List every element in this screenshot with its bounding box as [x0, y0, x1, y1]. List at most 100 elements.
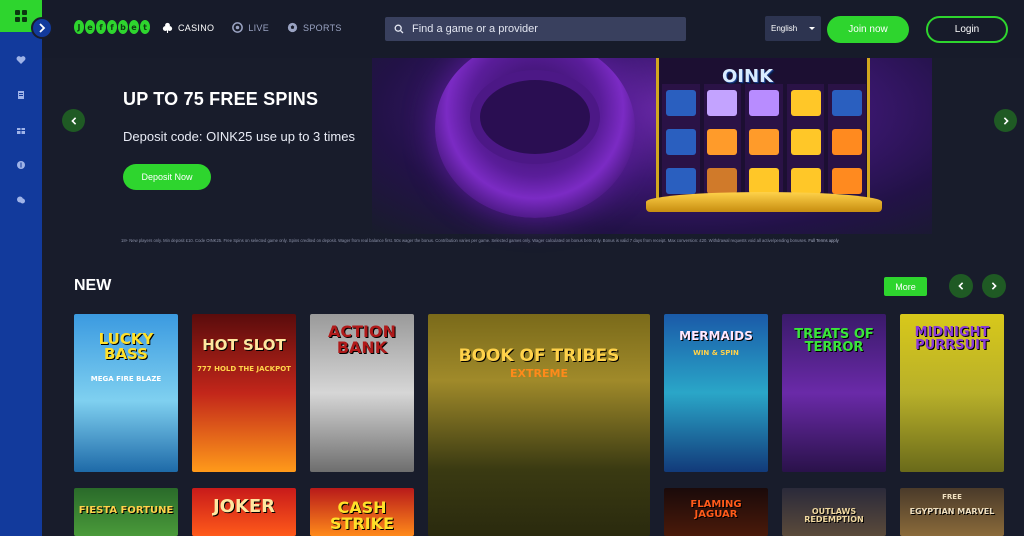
nav-live-label: LIVE	[248, 22, 270, 33]
banner-subtitle: Deposit code: OINK25 use up to 3 times	[123, 129, 355, 144]
search-input[interactable]	[412, 23, 672, 35]
slot-reel	[662, 84, 700, 200]
slot-symbol	[748, 167, 779, 194]
terms-text: 18+ New players only. Min deposit £10. C…	[121, 238, 808, 243]
language-select[interactable]: English	[765, 16, 821, 41]
heart-icon	[16, 55, 26, 64]
sidebar-item-favourites[interactable]	[0, 42, 42, 77]
game-tile[interactable]: MIDNIGHT PURRSUIT	[900, 314, 1004, 472]
game-tile-title: CASH STRIKE	[329, 498, 395, 533]
main-nav: CASINO LIVE SPORTS	[162, 22, 342, 33]
receipt-icon	[18, 90, 24, 99]
game-tile[interactable]: LUCKY BASS MEGA FIRE BLAZE	[74, 314, 178, 472]
section-next-button[interactable]	[982, 274, 1006, 298]
more-button[interactable]: More	[884, 277, 927, 296]
slot-symbol	[832, 128, 863, 155]
slot-symbol	[665, 128, 696, 155]
banner-prev-button[interactable]	[62, 109, 85, 132]
full-terms-link[interactable]: Full Terms apply	[808, 238, 838, 243]
game-tile[interactable]: ACTION BANK	[310, 314, 414, 472]
sidebar-item-promotions[interactable]	[0, 112, 42, 147]
search-bar[interactable]	[385, 17, 686, 41]
gift-icon	[17, 127, 25, 134]
game-tile-title: BOOK OF TRIBES	[458, 346, 620, 366]
game-tile-title: OUTLAWS REDEMPTION	[804, 507, 864, 524]
game-tile[interactable]: CASH STRIKE	[310, 488, 414, 536]
slot-symbol	[790, 90, 821, 117]
nav-sports[interactable]: SPORTS	[287, 22, 342, 33]
nav-live[interactable]: LIVE	[232, 22, 269, 33]
chevron-right-icon	[1003, 116, 1009, 125]
chat-icon	[17, 196, 25, 203]
section-prev-button[interactable]	[949, 274, 973, 298]
game-tile[interactable]: TREATS OF TERROR	[782, 314, 886, 472]
game-tile-title: JOKER	[212, 496, 276, 517]
game-tile[interactable]: JOKER	[192, 488, 296, 536]
sidebar-item-transactions[interactable]	[0, 77, 42, 112]
piggy-coin-inner-art	[470, 70, 600, 164]
search-icon	[394, 24, 404, 34]
live-chip-icon	[232, 22, 244, 33]
game-tile[interactable]: MERMAIDS WIN & SPIN	[664, 314, 768, 472]
game-tile[interactable]: BOOK OF TRIBES EXTREME	[428, 314, 650, 536]
game-tile-subtitle: MEGA FIRE BLAZE	[90, 375, 162, 383]
logo-letter: e	[129, 20, 139, 34]
slot-symbol	[790, 128, 821, 155]
banner-title: UP TO 75 FREE SPINS	[123, 89, 319, 109]
slot-symbol	[832, 167, 863, 194]
game-tile-title: LUCKY BASS	[98, 330, 154, 363]
sidebar-expand-button[interactable]	[31, 17, 53, 39]
game-tile-subtitle: WIN & SPIN	[693, 349, 739, 357]
logo-letter: e	[85, 20, 95, 34]
login-button[interactable]: Login	[926, 16, 1008, 43]
sidebar-item-cashier[interactable]	[0, 147, 42, 182]
banner-next-button[interactable]	[994, 109, 1017, 132]
language-label: English	[771, 24, 798, 33]
chevron-left-icon	[70, 116, 76, 125]
game-tile-title: TREATS OF TERROR	[794, 327, 874, 355]
game-tile[interactable]: OUTLAWS REDEMPTION	[782, 488, 886, 536]
game-tile[interactable]: EGYPTIAN MARVEL FREE	[900, 488, 1004, 536]
caret-down-icon	[809, 27, 815, 30]
game-tile[interactable]: FLAMING JAGUAR	[664, 488, 768, 536]
game-tile[interactable]: HOT SLOT 777 HOLD THE JACKPOT	[192, 314, 296, 472]
slot-reel	[703, 84, 742, 200]
logo-letter: b	[118, 20, 128, 34]
game-tile-subtitle: 777 HOLD THE JACKPOT	[197, 365, 291, 373]
slot-symbol	[665, 90, 696, 117]
grid-icon	[15, 10, 27, 22]
slot-reel	[786, 84, 825, 200]
game-tile-title: HOT SLOT	[202, 336, 286, 354]
top-header: Jeffbet CASINO LIVE SPORTS English Join …	[42, 0, 1024, 58]
slot-symbol	[832, 90, 863, 117]
join-now-button[interactable]: Join now	[827, 16, 909, 43]
deposit-now-button[interactable]: Deposit Now	[123, 164, 211, 190]
game-tile-subtitle: FREE	[942, 493, 962, 501]
slot-reels-art	[662, 84, 866, 200]
game-tile[interactable]: FIESTA FORTUNE	[74, 488, 178, 536]
logo-letter: f	[107, 20, 117, 34]
banner-terms: 18+ New players only. Min deposit £10. C…	[121, 238, 841, 243]
nav-casino[interactable]: CASINO	[162, 22, 214, 33]
section-title-new: NEW	[74, 277, 112, 294]
jeffbet-logo[interactable]: Jeffbet	[74, 20, 150, 36]
game-tile-title: EGYPTIAN MARVEL	[909, 507, 995, 516]
game-tile-title: FIESTA FORTUNE	[78, 505, 174, 516]
slot-symbol	[748, 90, 779, 117]
logo-letter: f	[96, 20, 106, 34]
gold-coins-art	[646, 192, 882, 212]
slot-symbol	[707, 128, 738, 155]
game-tile-title: ACTION BANK	[328, 322, 396, 357]
nav-sports-label: SPORTS	[303, 22, 342, 33]
sidebar-item-support[interactable]	[0, 182, 42, 217]
slot-symbol	[665, 167, 696, 194]
chevron-right-icon	[991, 282, 997, 290]
football-icon	[287, 22, 298, 33]
chevron-right-icon	[39, 23, 46, 33]
slot-symbol	[790, 167, 821, 194]
sidebar-rail	[0, 0, 42, 536]
logo-letter: J	[74, 20, 84, 34]
promo-banner[interactable]: OINK UP TO 75 FREE SPINS Deposit code: O…	[42, 58, 1024, 258]
game-tile-title: FLAMING JAGUAR	[690, 499, 742, 520]
slot-reel	[828, 84, 866, 200]
